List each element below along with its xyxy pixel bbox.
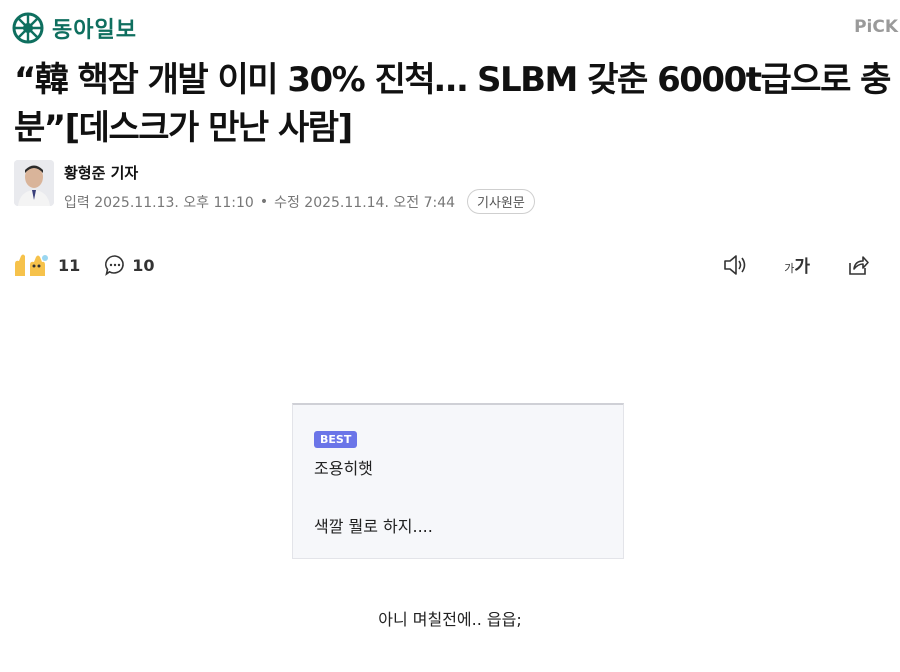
- font-size-large-label: 가: [794, 257, 810, 277]
- brand-logo[interactable]: 동아일보: [12, 12, 137, 44]
- pick-label: PiCK: [854, 17, 898, 37]
- comment-count: 10: [132, 255, 155, 275]
- comment-button[interactable]: 10: [104, 254, 155, 276]
- edit-date: 수정 2025.11.14. 오전 7:44: [274, 194, 456, 211]
- comment-icon: [105, 255, 125, 276]
- clap-icon: [15, 254, 48, 276]
- article-tools: 가가: [722, 252, 870, 277]
- byline: 황형준 기자 입력 2025.11.13. 오후 11:10 • 수정 2025…: [14, 160, 535, 214]
- avatar-image: [14, 160, 54, 206]
- author-avatar[interactable]: [14, 160, 54, 206]
- article-headline: “韓 핵잠 개발 이미 30% 진척… SLBM 갖춘 6000t급으로 충분”…: [14, 60, 891, 148]
- share-icon[interactable]: [846, 253, 870, 277]
- font-size-button[interactable]: 가가: [784, 252, 810, 277]
- font-size-small-label: 가: [784, 262, 795, 275]
- reaction-button[interactable]: 11: [12, 252, 80, 278]
- comment-body: 색깔 뭘로 하지....: [314, 517, 433, 536]
- reaction-count: 11: [58, 255, 81, 275]
- original-article-button[interactable]: 기사원문: [467, 189, 535, 214]
- best-comment-card: BEST 조용히햇 색깔 뭘로 하지....: [292, 403, 624, 559]
- author-name[interactable]: 황형준 기자: [64, 162, 535, 183]
- best-badge: BEST: [314, 431, 358, 448]
- input-date: 입력 2025.11.13. 오후 11:10: [64, 194, 254, 211]
- comment-author[interactable]: 조용히햇: [314, 455, 373, 479]
- reaction-toolbar: 11 10: [12, 252, 155, 278]
- speaker-icon[interactable]: [722, 253, 748, 277]
- brand-logo-icon: [12, 12, 44, 44]
- date-separator: •: [259, 193, 269, 210]
- brand-name: 동아일보: [52, 18, 137, 43]
- post-caption: 아니 며칠전에.. 읍읍;: [378, 610, 522, 629]
- article-dates: 입력 2025.11.13. 오후 11:10 • 수정 2025.11.14.…: [64, 189, 535, 214]
